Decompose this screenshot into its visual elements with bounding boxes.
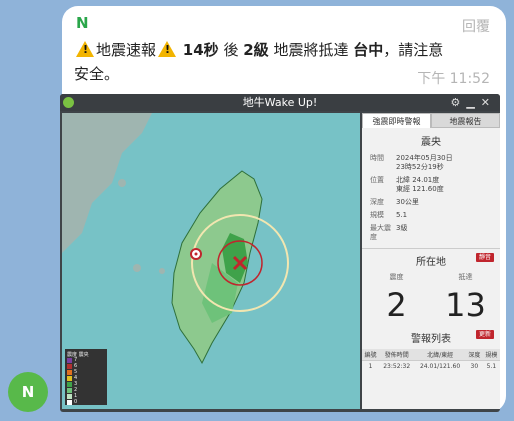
alerts-title: 警報列表 — [411, 334, 451, 345]
legend-items: 76543210 — [67, 357, 105, 405]
warning-icon — [158, 41, 177, 57]
island — [118, 179, 126, 187]
alerts-table-header: 編號 發佈時間 北緯/東經 深度 規模 — [362, 349, 500, 361]
intensity-label: 震度 — [389, 273, 404, 281]
magnitude-label: 規模 — [370, 211, 384, 219]
message-time: 下午 11:52 — [417, 71, 490, 87]
tab-live-alert[interactable]: 強震即時警報 — [362, 113, 431, 128]
countdown-value: 13 — [445, 286, 486, 324]
legend-title: 震央 — [78, 351, 89, 358]
legend-swatch — [67, 375, 72, 381]
legend-swatch — [67, 387, 72, 393]
app-titlebar: 地牛Wake Up! ⚙▁✕ — [60, 94, 500, 111]
lat-value: 北緯 24.01度 — [396, 176, 440, 184]
table-header-cell: 北緯/東經 — [414, 349, 466, 361]
legend-swatch — [67, 399, 72, 405]
message-city: 台中 — [353, 41, 384, 59]
position-row: 位置 北緯 24.01度 東經 121.60度 — [362, 174, 500, 196]
warning-icon — [76, 41, 94, 57]
message-seconds: 14秒 — [182, 41, 219, 59]
earthquake-app-screenshot[interactable]: 地牛Wake Up! ⚙▁✕ 震度 震央 7 6 5 4 3 2 1 0 強震即… — [60, 94, 500, 412]
lon-value: 東經 121.60度 — [396, 185, 444, 193]
table-cell: 24.01/121.60 — [419, 363, 461, 370]
table-cell: 30 — [470, 363, 479, 370]
mute-button[interactable]: 靜音 — [475, 253, 494, 262]
panel-tabs: 強震即時警報 地震報告 — [362, 113, 500, 128]
location-header: 所在地 靜音 — [362, 253, 500, 268]
message-part: 後 — [223, 41, 239, 59]
depth-value: 30公里 — [396, 198, 419, 206]
refresh-button[interactable]: 更新 — [475, 330, 494, 339]
app-logo-icon — [63, 97, 74, 108]
depth-label: 深度 — [370, 198, 384, 206]
legend-item: 0 — [67, 399, 105, 405]
max-intensity-label: 最大震度 — [370, 224, 391, 241]
alerts-table: 編號 發佈時間 北緯/東經 深度 規模 1 23:52:32 24.01/121.60 30 5… — [362, 349, 500, 372]
legend-swatch — [67, 363, 72, 369]
alerts-table-body: 1 23:52:32 24.01/121.60 30 5.1 — [362, 361, 500, 373]
table-cell: 1 — [368, 363, 373, 370]
table-header-cell: 深度 — [465, 349, 483, 361]
date-value: 2024年05月30日 — [396, 154, 453, 162]
location-values: 震度 2 抵達 13 — [362, 272, 500, 324]
reply-button[interactable]: 回覆 — [462, 16, 490, 36]
epicenter-title: 震央 — [421, 137, 441, 148]
table-cell: 23:52:32 — [383, 363, 411, 370]
intensity-value: 2 — [386, 286, 407, 324]
info-panel: 強震即時警報 地震報告 震央 時間 2024年05月30日 23時52分19秒 位… — [362, 113, 500, 409]
legend-label: 0 — [74, 399, 78, 405]
location-title: 所在地 — [416, 257, 446, 268]
app-title: 地牛Wake Up! — [242, 96, 318, 109]
table-row[interactable]: 1 23:52:32 24.01/121.60 30 5.1 — [362, 361, 500, 373]
max-intensity-value: 3級 — [396, 224, 408, 232]
message-intensity: 2級 — [243, 41, 269, 59]
legend-swatch — [67, 393, 72, 399]
legend-swatch — [67, 357, 72, 363]
close-icon: ✕ — [480, 96, 496, 109]
position-label: 位置 — [370, 176, 384, 184]
message-text: 地震速報 14秒 後 2級 地震將抵達 台中，請注意安全。 — [74, 38, 454, 86]
sender-name: N — [76, 14, 89, 32]
clock-value: 23時52分19秒 — [396, 163, 444, 171]
gear-icon: ⚙ — [450, 96, 467, 109]
max-intensity-row: 最大震度 3級 — [362, 222, 500, 244]
location-marker — [190, 248, 202, 260]
depth-row: 深度 30公里 — [362, 196, 500, 209]
message-part: 地震將抵達 — [273, 41, 349, 59]
time-label: 時間 — [370, 154, 384, 162]
table-header-cell: 發佈時間 — [379, 349, 415, 361]
alerts-header: 警報列表 更新 — [362, 330, 500, 345]
position-value: 北緯 24.01度 東經 121.60度 — [396, 176, 492, 194]
magnitude-row: 規模 5.1 — [362, 209, 500, 222]
mainland-coast — [62, 113, 152, 253]
taiwan-map: 震度 震央 76543210 — [62, 113, 360, 409]
magnitude-value: 5.1 — [396, 211, 408, 219]
island — [159, 268, 165, 274]
time-row: 時間 2024年05月30日 23時52分19秒 — [362, 152, 500, 174]
intensity-block: 震度 2 — [362, 272, 431, 324]
countdown-block: 抵達 13 — [431, 272, 500, 324]
window-controls: ⚙▁✕ — [450, 94, 496, 111]
legend-swatch — [67, 369, 72, 375]
divider — [362, 248, 500, 249]
legend-swatch — [67, 381, 72, 387]
table-header-cell: 編號 — [362, 349, 380, 361]
table-cell: 5.1 — [486, 363, 497, 370]
map-legend: 震度 震央 76543210 — [65, 349, 107, 405]
minimize-icon: ▁ — [466, 96, 481, 109]
countdown-label: 抵達 — [458, 273, 473, 281]
island — [133, 264, 141, 272]
message-part: 地震速報 — [96, 41, 157, 59]
time-value: 2024年05月30日 23時52分19秒 — [396, 154, 492, 172]
avatar[interactable]: N — [8, 372, 48, 412]
table-header-cell: 規模 — [482, 349, 500, 361]
tab-report[interactable]: 地震報告 — [431, 113, 500, 128]
